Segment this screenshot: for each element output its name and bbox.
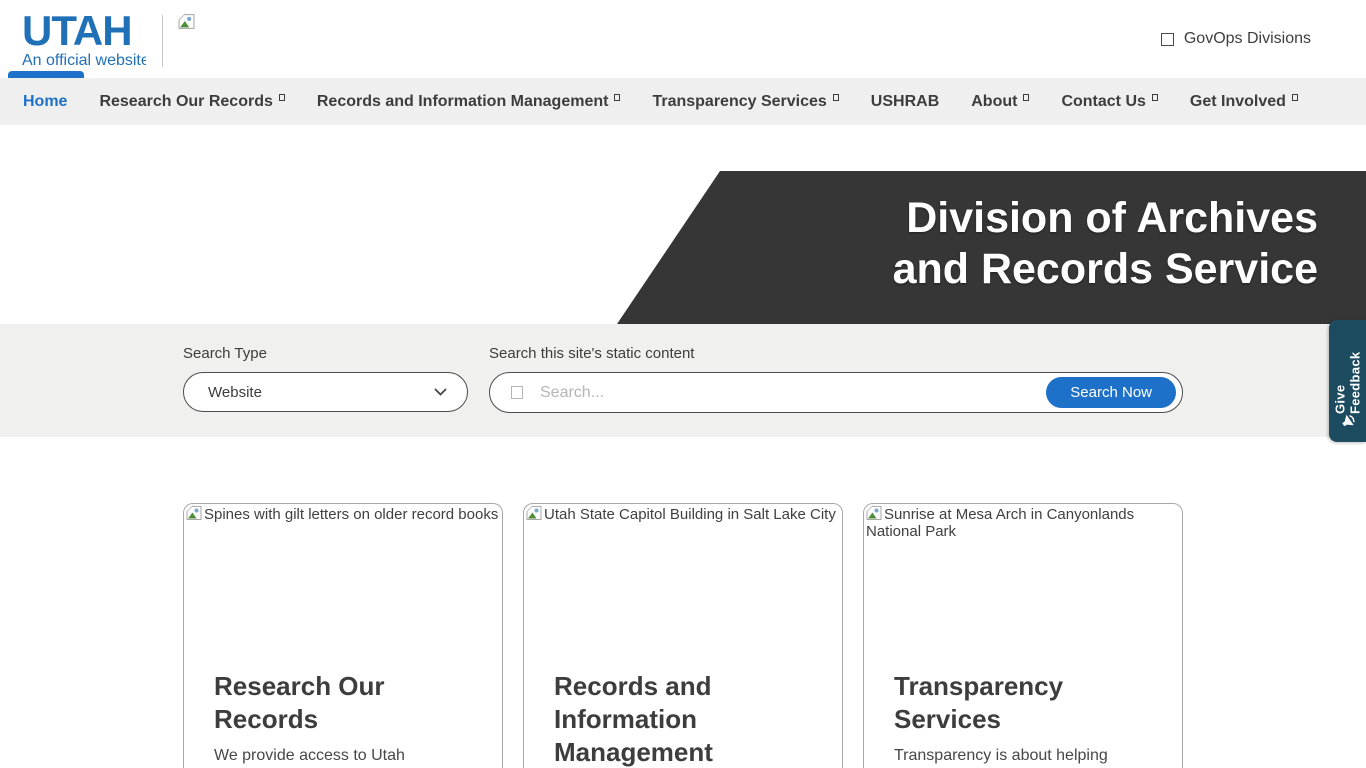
card-title: Records and Information Management (554, 671, 713, 767)
feature-cards: Spines with gilt letters on older record… (0, 503, 1366, 768)
nav-item-transparency-services[interactable]: Transparency Services (652, 92, 839, 111)
dropdown-caret-icon (1151, 93, 1158, 101)
give-feedback-label: Give Feedback (1332, 351, 1363, 414)
nav-label: Get Involved (1189, 92, 1286, 110)
site-header: UTAH An official website GovOps Division… (0, 0, 1366, 78)
chevron-down-icon (434, 388, 447, 396)
nav-label: About (971, 92, 1018, 110)
search-type-select[interactable]: Website (183, 372, 468, 412)
govops-icon (1160, 32, 1174, 46)
govops-label: GovOps Divisions (1183, 30, 1311, 47)
broken-image-icon (178, 13, 195, 35)
search-type-label: Search Type (183, 345, 267, 362)
main-navigation: Home Research Our Records Records and In… (0, 78, 1366, 125)
megaphone-icon (1339, 412, 1357, 435)
dropdown-caret-icon (614, 93, 621, 101)
card-image-region: Sunrise at Mesa Arch in Canyonlands Nati… (864, 504, 1182, 656)
brand-area: UTAH An official website (0, 9, 195, 69)
card-title: Transparency Services (894, 671, 1064, 734)
card-title: Research Our Records (214, 671, 385, 734)
active-nav-indicator (8, 71, 84, 78)
card-transparency-services[interactable]: Sunrise at Mesa Arch in Canyonlands Nati… (863, 503, 1183, 768)
card-records-information-management[interactable]: Utah State Capitol Building in Salt Lake… (523, 503, 843, 768)
dropdown-caret-icon (832, 93, 839, 101)
dropdown-caret-icon (278, 93, 285, 101)
header-divider (162, 15, 163, 67)
image-alt-text: Utah State Capitol Building in Salt Lake… (544, 506, 836, 523)
broken-image-icon (186, 505, 202, 520)
search-section: Search Type Website Search this site's s… (0, 324, 1366, 437)
card-image-region: Utah State Capitol Building in Salt Lake… (524, 504, 842, 656)
card-image-region: Spines with gilt letters on older record… (184, 504, 502, 656)
dropdown-caret-icon (1291, 93, 1298, 101)
broken-image-icon (526, 505, 542, 520)
broken-image-icon (866, 505, 882, 520)
utah-logo[interactable]: UTAH An official website (22, 7, 146, 70)
search-type-value: Website (208, 383, 262, 401)
search-now-button[interactable]: Search Now (1046, 377, 1176, 408)
dropdown-caret-icon (1023, 93, 1030, 101)
search-content-label: Search this site's static content (489, 345, 695, 362)
page-title: Division of Archives and Records Service (893, 193, 1318, 295)
hero-dark-banner: Division of Archives and Records Service (617, 171, 1366, 324)
search-type-group: Search Type Website (183, 345, 468, 413)
nav-label: Records and Information Management (316, 92, 609, 110)
search-icon (511, 386, 523, 399)
official-website-tagline: An official website (22, 52, 146, 69)
nav-item-about[interactable]: About (971, 92, 1030, 111)
give-feedback-tab[interactable]: Give Feedback (1329, 320, 1366, 442)
nav-item-ushrab[interactable]: USHRAB (871, 93, 939, 111)
nav-item-get-involved[interactable]: Get Involved (1190, 93, 1298, 111)
page-title-line-2: and Records Service (892, 245, 1318, 293)
nav-label: Research Our Records (99, 92, 273, 110)
nav-item-contact-us[interactable]: Contact Us (1061, 92, 1158, 111)
nav-item-records-information-management[interactable]: Records and Information Management (317, 93, 621, 111)
nav-item-home[interactable]: Home (23, 93, 67, 111)
page-title-line-1: Division of Archives (906, 194, 1318, 242)
hero-section: Division of Archives and Records Service (0, 125, 1366, 324)
nav-label: Contact Us (1061, 92, 1146, 110)
nav-label: Transparency Services (652, 92, 827, 110)
card-research-our-records[interactable]: Spines with gilt letters on older record… (183, 503, 503, 768)
utah-logo-text: UTAH (22, 7, 133, 54)
card-description: Transparency is about helping people nav… (894, 747, 1108, 764)
govops-divisions-link[interactable]: GovOps Divisions (1160, 30, 1366, 48)
nav-item-research-our-records[interactable]: Research Our Records (99, 92, 285, 111)
image-alt-text: Spines with gilt letters on older record… (204, 506, 499, 523)
card-description: We provide access to Utah governmental e… (214, 747, 405, 764)
image-alt-text: Sunrise at Mesa Arch in Canyonlands Nati… (866, 506, 1135, 540)
search-query-group: Search this site's static content Search… (489, 345, 1183, 413)
